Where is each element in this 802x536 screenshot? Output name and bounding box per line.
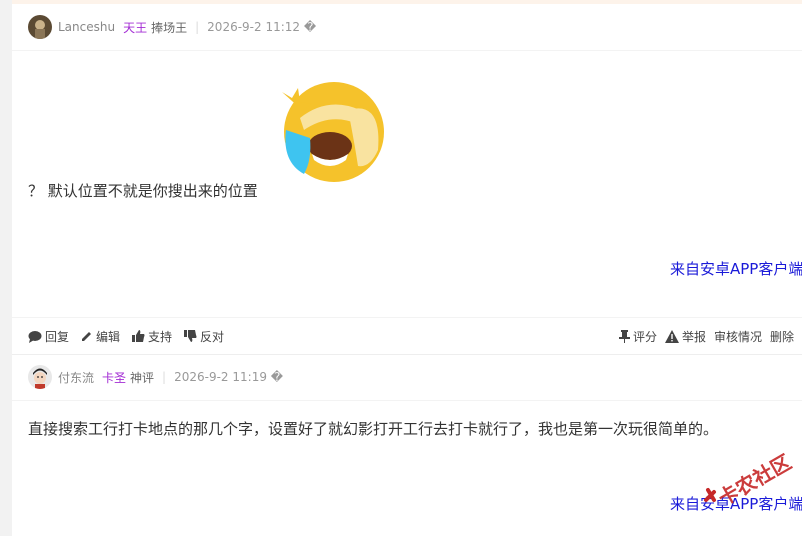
thumbs-down-icon bbox=[184, 330, 197, 342]
post-time: 2026-9-2 11:19 � bbox=[174, 370, 284, 384]
reply-icon bbox=[28, 330, 42, 343]
divider: | bbox=[195, 20, 200, 34]
post-header: Lanceshu 天王 捧场王 | 2026-9-2 11:12 � bbox=[12, 4, 802, 51]
post-content: ？ 默认位置不就是你搜出来的位置 bbox=[28, 182, 258, 200]
support-button[interactable]: 支持 bbox=[132, 328, 172, 345]
avatar[interactable] bbox=[28, 15, 52, 39]
user-title: 神评 bbox=[130, 370, 155, 385]
pin-icon bbox=[618, 329, 630, 343]
pencil-icon bbox=[82, 332, 92, 341]
thread-card: Lanceshu 天王 捧场王 | 2026-9-2 11:12 � ？ 默认位… bbox=[12, 0, 802, 536]
oppose-label: 反对 bbox=[200, 329, 225, 344]
post-actions: 回复 编辑 支持 反对 评分 举报 审核情况 删除 bbox=[12, 317, 802, 355]
client-source-link[interactable]: 来自安卓APP客户端 bbox=[670, 258, 802, 279]
post-time: 2026-9-2 11:12 � bbox=[207, 20, 317, 34]
report-button[interactable]: 举报 bbox=[664, 328, 706, 345]
divider: | bbox=[162, 370, 167, 384]
report-label: 举报 bbox=[681, 329, 706, 344]
oppose-button[interactable]: 反对 bbox=[184, 328, 224, 345]
author-name[interactable]: Lanceshu bbox=[58, 20, 115, 34]
reply-label: 回复 bbox=[45, 329, 70, 344]
rate-button[interactable]: 评分 bbox=[618, 328, 657, 345]
post-header: 付东流 卡圣 神评 | 2026-9-2 11:19 � bbox=[12, 354, 802, 401]
post-content: 直接搜索工行打卡地点的那几个字，设置好了就幻影打开工行去打卡就行了，我也是第一次… bbox=[28, 420, 719, 438]
user-group[interactable]: 天王 bbox=[123, 19, 147, 36]
user-group[interactable]: 卡圣 bbox=[102, 369, 126, 386]
review-label: 审核情况 bbox=[713, 329, 762, 344]
crying-laughing-emoji bbox=[278, 80, 388, 190]
delete-label: 删除 bbox=[769, 329, 794, 344]
user-title: 捧场王 bbox=[151, 20, 188, 35]
edit-button[interactable]: 编辑 bbox=[81, 328, 120, 345]
delete-button[interactable]: 删除 bbox=[770, 328, 794, 345]
rate-label: 评分 bbox=[632, 329, 657, 344]
author-name[interactable]: 付东流 bbox=[58, 369, 94, 386]
review-status-link[interactable]: 审核情况 bbox=[714, 328, 762, 345]
reply-button[interactable]: 回复 bbox=[28, 328, 69, 345]
client-source-link[interactable]: 来自安卓APP客户端 bbox=[670, 493, 802, 514]
avatar[interactable] bbox=[28, 365, 52, 389]
edit-label: 编辑 bbox=[96, 329, 121, 344]
warning-icon bbox=[664, 329, 679, 343]
support-label: 支持 bbox=[148, 329, 173, 344]
thumbs-up-icon bbox=[132, 330, 145, 342]
